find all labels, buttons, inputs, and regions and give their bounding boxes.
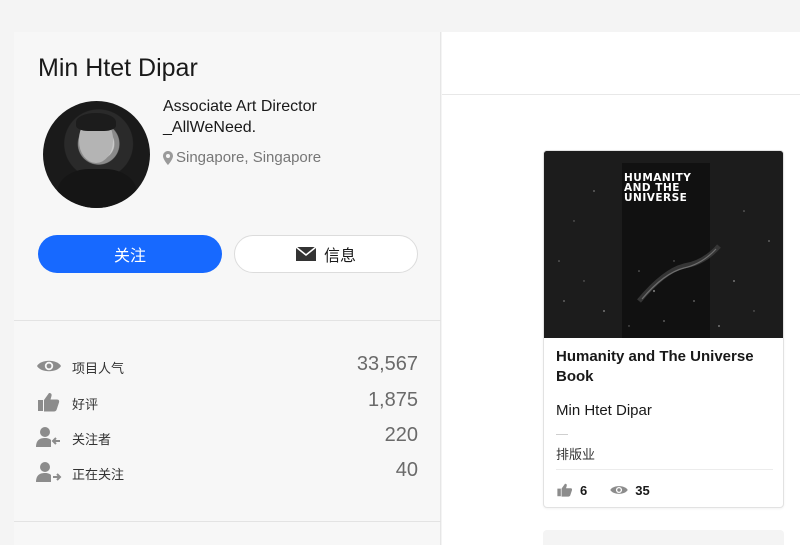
profile-sidebar: Min Htet Dipar Associate Art Director _A… bbox=[14, 32, 441, 545]
project-stats: 6 35 bbox=[556, 482, 650, 498]
divider bbox=[556, 469, 773, 470]
projects-header bbox=[442, 32, 800, 95]
user-followers-icon bbox=[36, 427, 60, 447]
stat-value: 40 bbox=[395, 459, 418, 481]
project-owner[interactable]: Min Htet Dipar bbox=[556, 402, 652, 419]
view-count: 35 bbox=[635, 482, 650, 498]
project-cover[interactable]: HUMANITY AND THE UNIVERSE bbox=[544, 151, 783, 338]
avatar[interactable] bbox=[43, 101, 150, 208]
follow-button[interactable]: 关注 bbox=[38, 235, 222, 273]
divider bbox=[14, 320, 441, 321]
stat-value: 33,567 bbox=[356, 353, 418, 375]
thumbs-up-icon bbox=[38, 393, 60, 412]
stat-row-appreciations: 好评 1,875 bbox=[14, 388, 441, 418]
cover-title: HUMANITY AND THE UNIVERSE bbox=[624, 172, 692, 204]
stat-value: 1,875 bbox=[367, 389, 418, 411]
project-card-partial[interactable] bbox=[543, 530, 784, 545]
thumbs-up-icon bbox=[557, 483, 573, 497]
profile-location[interactable]: Singapore, Singapore bbox=[163, 149, 321, 166]
location-text: Singapore, Singapore bbox=[176, 149, 322, 166]
follow-button-label: 关注 bbox=[113, 248, 146, 265]
occupation-title: Associate Art Director bbox=[163, 98, 317, 115]
top-strip bbox=[0, 0, 800, 32]
location-pin-icon bbox=[163, 150, 173, 165]
project-title[interactable]: Humanity and The Universe Book bbox=[556, 347, 776, 387]
message-button[interactable]: 信息 bbox=[234, 235, 418, 273]
profile-occupation: Associate Art Director _AllWeNeed. bbox=[163, 96, 403, 138]
stat-row-followers[interactable]: 关注者 220 bbox=[14, 423, 441, 453]
projects-panel: HUMANITY AND THE UNIVERSE Humanity and T… bbox=[442, 32, 800, 545]
stat-label: 关注者 bbox=[72, 432, 112, 447]
stat-label: 正在关注 bbox=[72, 467, 125, 482]
divider bbox=[556, 434, 568, 435]
message-button-label: 信息 bbox=[323, 248, 356, 265]
mail-icon bbox=[295, 247, 316, 261]
stat-label: 项目人气 bbox=[72, 361, 125, 376]
stat-label: 好评 bbox=[72, 397, 99, 412]
user-following-icon bbox=[36, 462, 62, 482]
stat-value: 220 bbox=[384, 424, 418, 446]
stat-row-views: 项目人气 33,567 bbox=[14, 352, 441, 382]
occupation-company[interactable]: _AllWeNeed. bbox=[163, 117, 403, 138]
divider bbox=[14, 521, 441, 522]
eye-icon bbox=[610, 486, 628, 494]
project-field[interactable]: 排版业 bbox=[556, 444, 595, 463]
eye-icon bbox=[37, 360, 61, 372]
profile-name: Min Htet Dipar bbox=[38, 54, 198, 82]
project-card[interactable]: HUMANITY AND THE UNIVERSE Humanity and T… bbox=[543, 150, 784, 508]
stat-row-following[interactable]: 正在关注 40 bbox=[14, 458, 441, 488]
appreciation-count: 6 bbox=[580, 482, 588, 498]
